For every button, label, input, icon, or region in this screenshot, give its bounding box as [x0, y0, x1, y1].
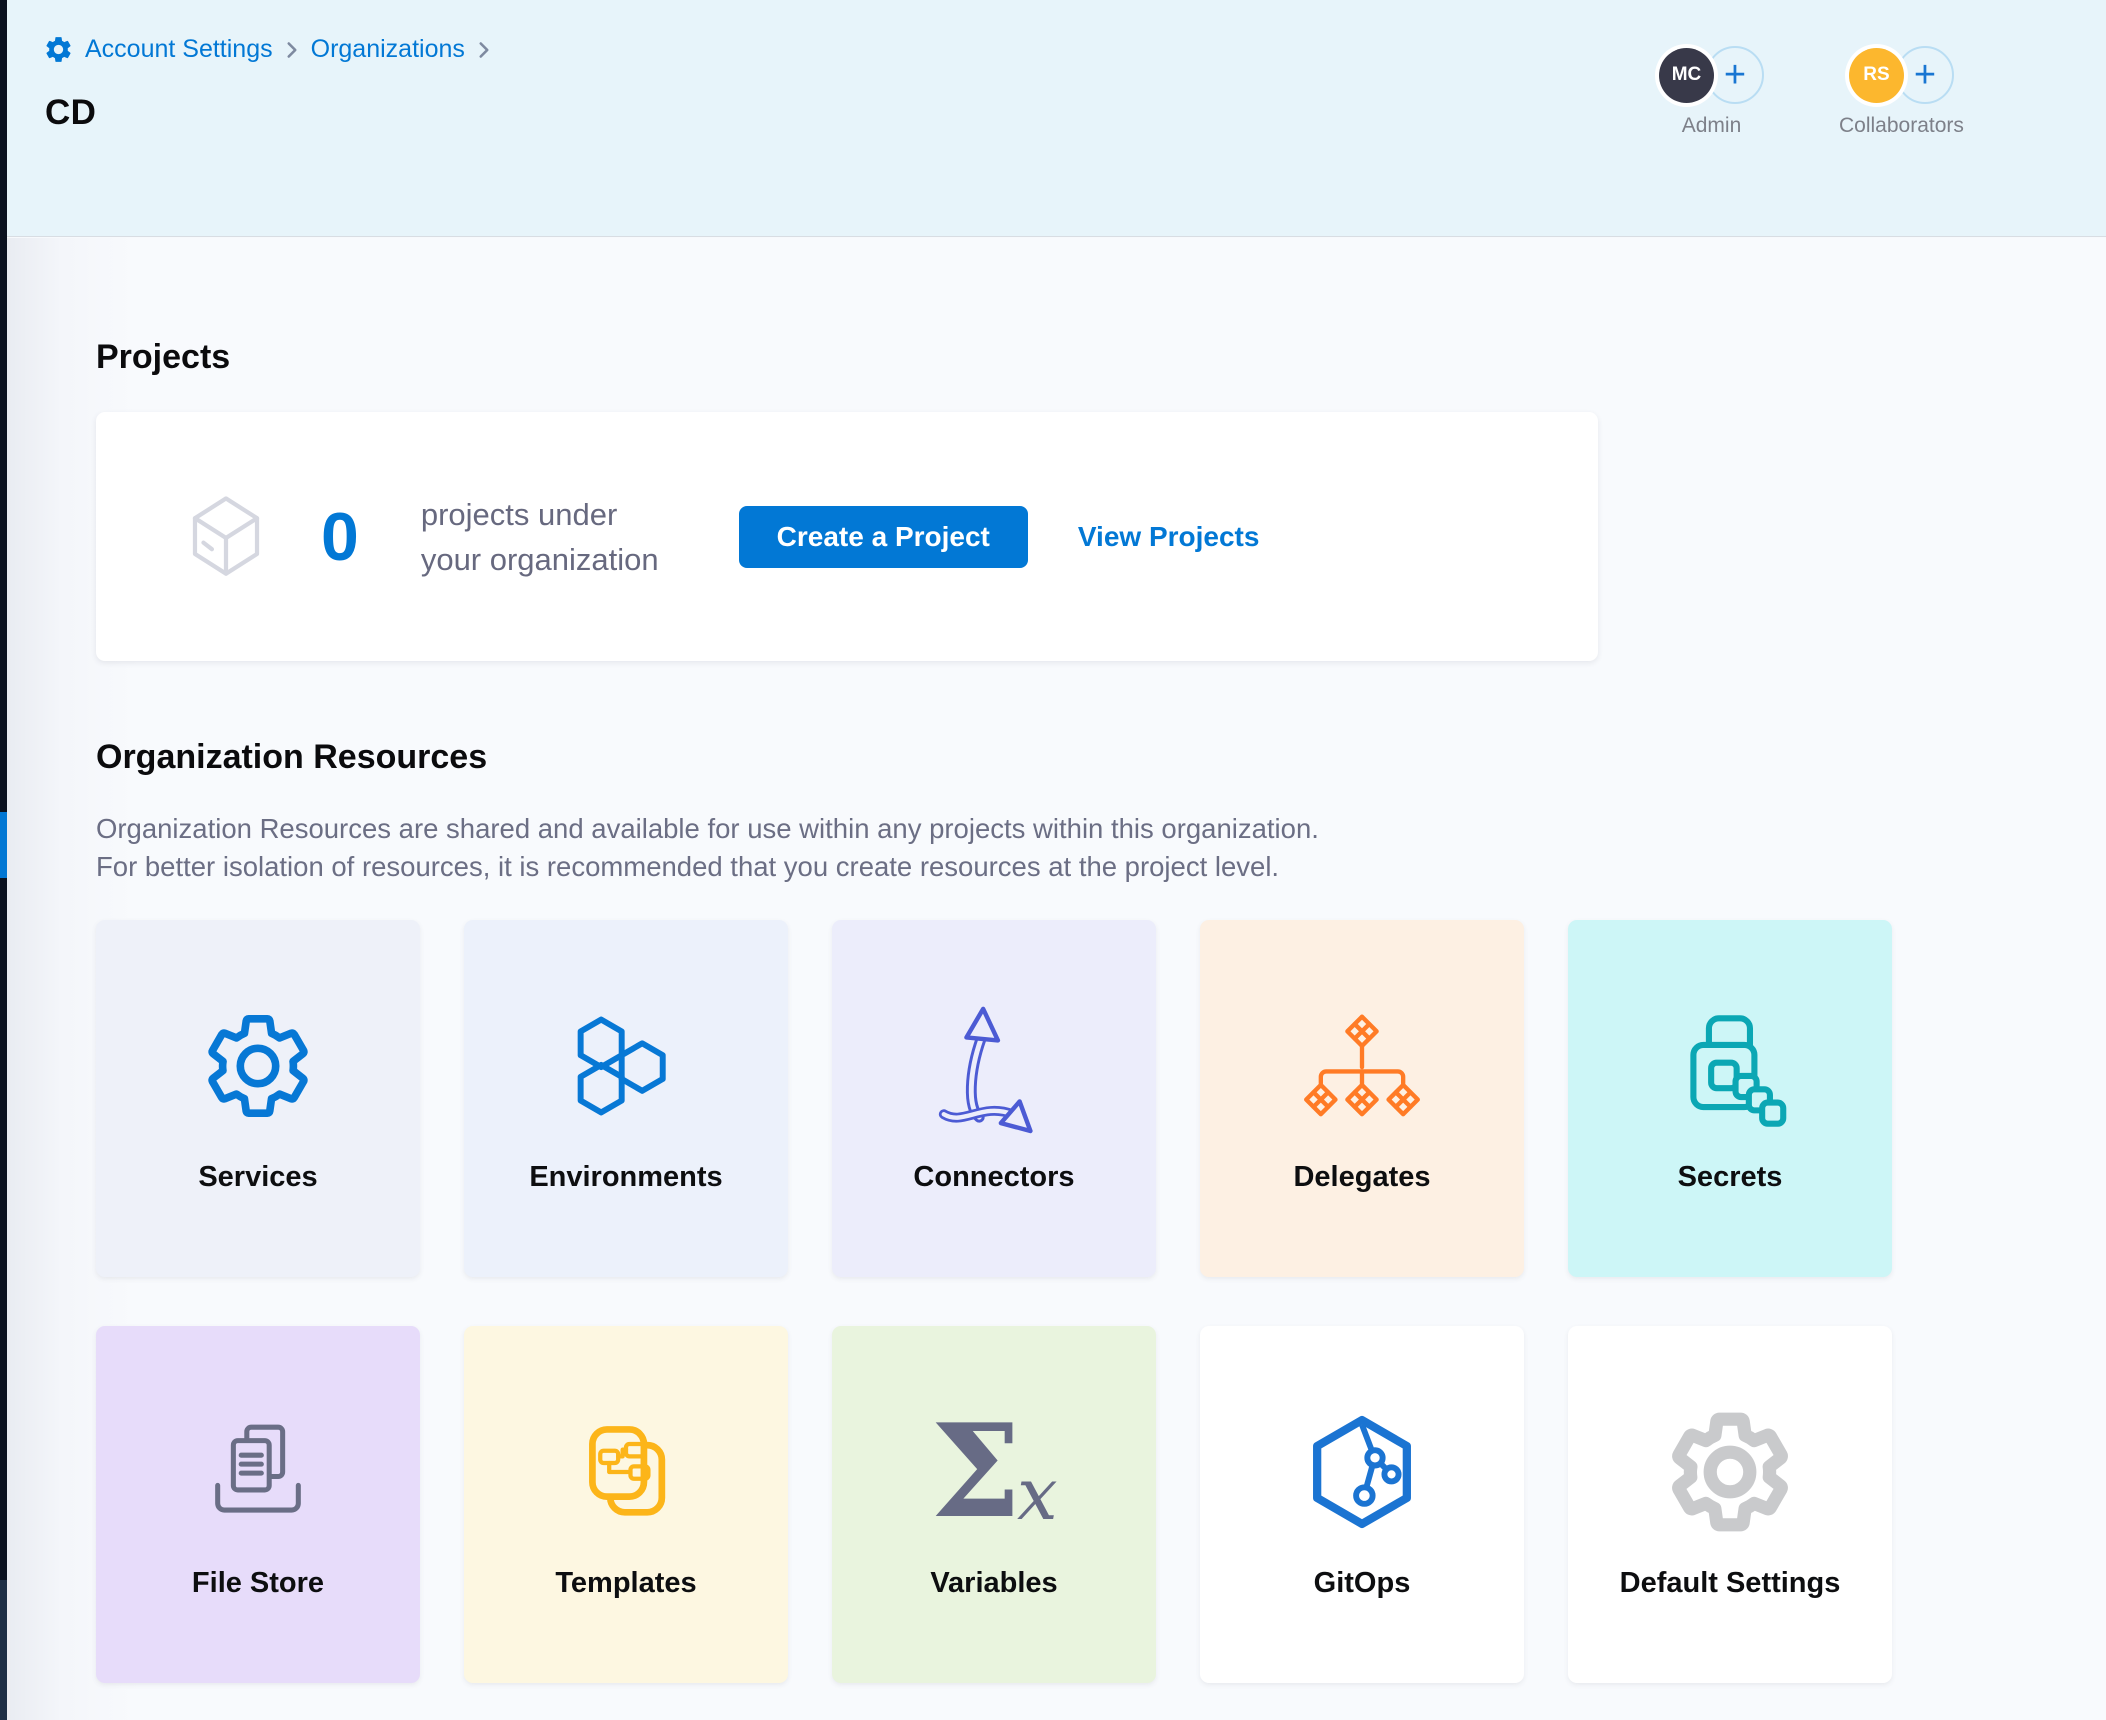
secrets-lock-icon — [1669, 991, 1791, 1141]
variables-sigma-icon: Σx — [930, 1397, 1057, 1547]
connectors-card[interactable]: Connectors — [832, 920, 1156, 1277]
collaborators-label: Collaborators — [1839, 114, 1964, 138]
gitops-card[interactable]: GitOps — [1200, 1326, 1524, 1683]
project-count-caption: projects under your organization — [421, 492, 659, 582]
breadcrumb-account-settings[interactable]: Account Settings — [85, 35, 273, 64]
create-project-button[interactable]: Create a Project — [739, 506, 1028, 568]
default-settings-card[interactable]: Default Settings — [1568, 1326, 1892, 1683]
chevron-right-icon — [284, 37, 300, 63]
account-settings-gear-icon — [43, 34, 74, 65]
resource-card-grid: Services Environments — [96, 920, 1892, 1683]
project-cube-icon — [179, 489, 273, 585]
org-resources-heading: Organization Resources — [96, 738, 487, 777]
view-projects-link[interactable]: View Projects — [1078, 521, 1260, 553]
file-store-documents-icon — [202, 1397, 314, 1547]
collaborators-avatar[interactable]: RS — [1849, 48, 1904, 103]
admin-avatar[interactable]: MC — [1659, 48, 1714, 103]
add-collaborator-button[interactable]: + — [1896, 46, 1954, 104]
variables-label: Variables — [930, 1567, 1057, 1600]
services-card[interactable]: Services — [96, 920, 420, 1277]
file-store-label: File Store — [192, 1567, 324, 1600]
templates-label: Templates — [555, 1567, 696, 1600]
add-admin-button[interactable]: + — [1706, 46, 1764, 104]
admin-label: Admin — [1682, 114, 1742, 138]
projects-summary-card: 0 projects under your organization Creat… — [96, 412, 1598, 661]
admin-group: MC + Admin — [1659, 46, 1764, 138]
gitops-label: GitOps — [1314, 1567, 1411, 1600]
page-header: Account Settings Organizations CD MC + A… — [7, 0, 2106, 237]
services-label: Services — [198, 1161, 317, 1194]
page-title: CD — [45, 93, 96, 133]
templates-card[interactable]: Templates — [464, 1326, 788, 1683]
connectors-arrows-icon — [930, 991, 1058, 1141]
project-count: 0 — [321, 498, 359, 576]
delegates-label: Delegates — [1293, 1161, 1430, 1194]
nav-rail[interactable] — [0, 0, 7, 1720]
connectors-label: Connectors — [913, 1161, 1074, 1194]
variables-card[interactable]: Σx Variables — [832, 1326, 1156, 1683]
secrets-card[interactable]: Secrets — [1568, 920, 1892, 1277]
org-resources-description: Organization Resources are shared and av… — [96, 810, 1319, 886]
chevron-right-icon — [476, 37, 492, 63]
breadcrumb: Account Settings Organizations — [43, 34, 492, 65]
services-gear-icon — [199, 991, 317, 1141]
nav-rail-active-indicator[interactable] — [0, 812, 7, 878]
default-settings-gear-icon — [1664, 1397, 1796, 1547]
templates-pages-icon — [570, 1397, 682, 1547]
collaborators-group: RS + Collaborators — [1839, 46, 1964, 138]
nav-rail-bottom-segment — [0, 1580, 7, 1720]
environments-label: Environments — [529, 1161, 722, 1194]
environments-hexagons-icon — [572, 991, 680, 1141]
plus-icon: + — [1724, 56, 1746, 94]
file-store-card[interactable]: File Store — [96, 1326, 420, 1683]
projects-heading: Projects — [96, 338, 230, 377]
delegates-card[interactable]: Delegates — [1200, 920, 1524, 1277]
delegates-network-icon — [1297, 991, 1427, 1141]
environments-card[interactable]: Environments — [464, 920, 788, 1277]
secrets-label: Secrets — [1678, 1161, 1783, 1194]
default-settings-label: Default Settings — [1620, 1567, 1841, 1600]
gitops-branch-icon — [1303, 1397, 1421, 1547]
plus-icon: + — [1914, 56, 1936, 94]
breadcrumb-organizations[interactable]: Organizations — [311, 35, 465, 64]
main-content: Projects 0 projects under your organizat… — [7, 238, 2106, 1720]
